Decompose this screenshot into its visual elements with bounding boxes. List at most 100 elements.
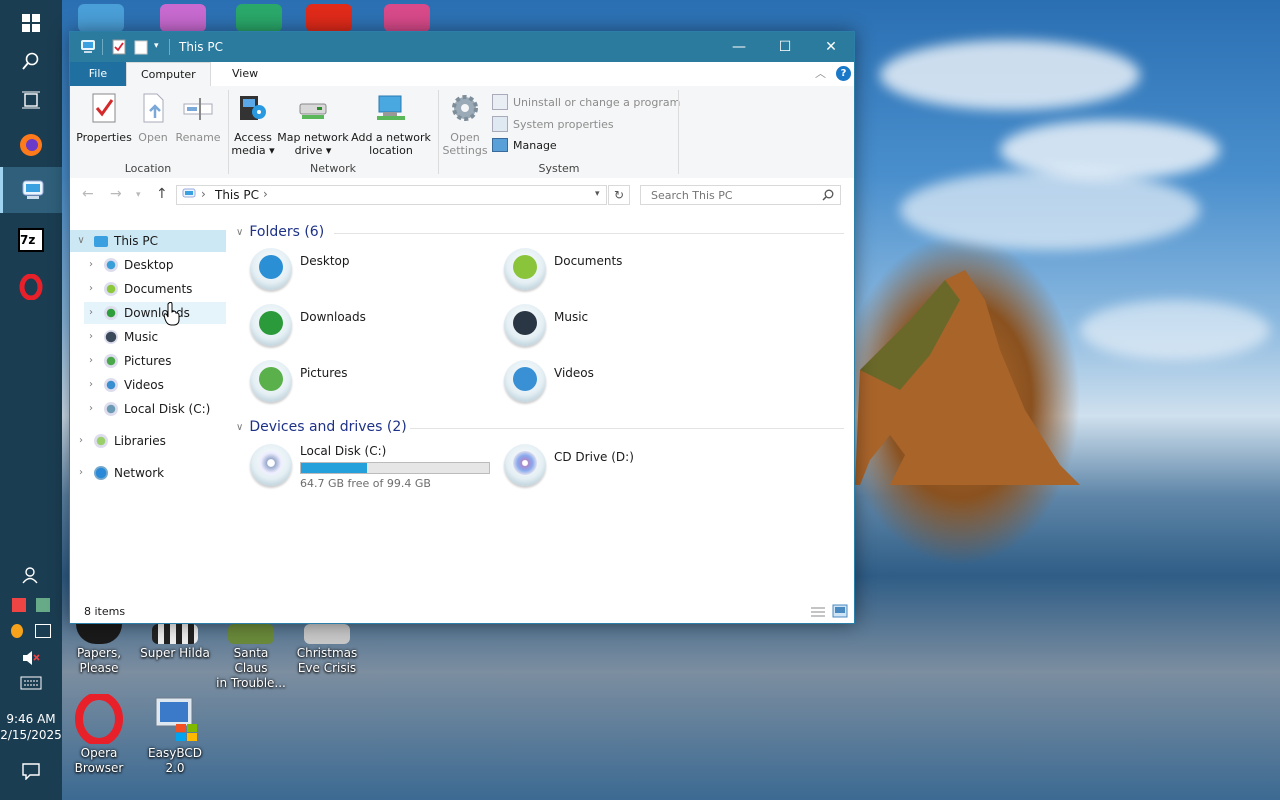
desktop-icon-top-1[interactable] (66, 4, 136, 34)
section-header-folders[interactable]: ∨ Folders (6) (236, 224, 324, 240)
keyboard-icon[interactable] (0, 676, 62, 693)
large-icons-view-icon[interactable] (832, 604, 848, 618)
task-view-button[interactable] (0, 77, 62, 123)
tree-item-pictures[interactable]: › Pictures (84, 350, 172, 372)
up-button[interactable]: ↑ (156, 186, 168, 202)
key-icon[interactable] (11, 624, 24, 638)
collapse-chevron-down-icon[interactable]: ∨ (236, 422, 243, 433)
minimize-button[interactable]: — (716, 32, 762, 62)
desktop-icon-top-2[interactable] (148, 4, 218, 34)
refresh-icon: ↻ (613, 188, 625, 202)
manage-button[interactable]: Manage (492, 138, 557, 152)
tree-item-this-pc[interactable]: ∨ This PC (70, 230, 226, 252)
tree-item-documents[interactable]: › Documents (84, 278, 192, 300)
access-media-button[interactable]: Access media ▾ (230, 92, 276, 157)
folder-downloads[interactable]: Downloads (250, 304, 500, 354)
update-icon[interactable] (35, 598, 50, 612)
people-icon[interactable] (0, 566, 62, 587)
forward-button[interactable]: → (110, 186, 122, 202)
map-network-drive-button[interactable]: Map network drive ▾ (276, 92, 350, 157)
collapse-chevron-down-icon[interactable]: ∨ (74, 230, 88, 252)
ribbon: Properties Open Rename Location Access m… (70, 86, 854, 179)
recent-locations-chevron-down-icon[interactable]: ▾ (136, 190, 141, 200)
rename-icon (183, 98, 213, 120)
drive-local-disk-c[interactable]: Local Disk (C:) 64.7 GB free of 99.4 GB (250, 444, 510, 494)
folder-documents[interactable]: Documents (504, 248, 754, 298)
expand-chevron-right-icon[interactable]: › (74, 462, 88, 484)
desktop-icon-christmas-eve-crisis[interactable]: Christmas Eve Crisis (292, 624, 362, 676)
tab-view[interactable]: View (218, 62, 272, 86)
tree-item-downloads[interactable]: › Downloads (84, 302, 226, 324)
tree-item-libraries[interactable]: › Libraries (74, 430, 166, 452)
tree-item-desktop[interactable]: › Desktop (84, 254, 174, 276)
refresh-button[interactable]: ↻ (608, 185, 630, 205)
expand-chevron-right-icon[interactable]: › (84, 398, 98, 420)
expand-chevron-right-icon[interactable]: › (84, 350, 98, 372)
tree-item-music[interactable]: › Music (84, 326, 158, 348)
new-folder-quick-icon[interactable] (134, 39, 148, 55)
system-properties-button[interactable]: System properties (492, 116, 614, 132)
expand-chevron-right-icon[interactable]: › (84, 326, 98, 348)
breadcrumb-separator: › (201, 187, 206, 201)
collapse-chevron-down-icon[interactable]: ∨ (236, 227, 243, 238)
desktop-icon-santa-claus[interactable]: Santa Claus in Trouble... (216, 624, 286, 691)
pictures-folder-icon (250, 360, 292, 402)
tree-item-local-disk-c[interactable]: › Local Disk (C:) (84, 398, 210, 420)
properties-quick-icon[interactable] (112, 39, 126, 55)
tab-computer[interactable]: Computer (126, 62, 211, 87)
breadcrumb-this-pc[interactable]: This PC (215, 188, 259, 202)
desktop-icon-easybcd[interactable]: EasyBCD 2.0 (140, 694, 210, 776)
open-settings-button[interactable]: Open Settings (442, 92, 488, 157)
expand-chevron-right-icon[interactable]: › (84, 302, 98, 324)
expand-chevron-right-icon[interactable]: › (84, 374, 98, 396)
folder-desktop[interactable]: Desktop (250, 248, 500, 298)
tree-item-network[interactable]: › Network (74, 462, 164, 484)
network-icon[interactable] (34, 624, 51, 638)
taskbar-firefox[interactable] (0, 122, 62, 168)
customize-toolbar-chevron-down-icon[interactable]: ▾ (154, 41, 159, 57)
address-history-chevron-down-icon[interactable]: ▾ (595, 189, 600, 199)
open-button[interactable]: Open (134, 92, 172, 144)
security-icon[interactable] (12, 598, 27, 612)
libraries-icon (94, 434, 108, 448)
rename-button[interactable]: Rename (174, 92, 222, 144)
section-header-devices[interactable]: ∨ Devices and drives (2) (236, 419, 407, 435)
desktop-icon-opera-browser[interactable]: Opera Browser (64, 694, 134, 776)
desktop-icon-papers-please[interactable]: Papers, Please (64, 624, 134, 676)
add-network-location-button[interactable]: Add a network location (350, 92, 432, 157)
properties-button[interactable]: Properties (76, 92, 132, 144)
folder-pictures[interactable]: Pictures (250, 360, 500, 410)
desktop-icon-super-hilda[interactable]: Super Hilda (140, 624, 210, 661)
folder-music[interactable]: Music (504, 304, 754, 354)
taskbar: 7z 9:46 AM 2/15/2025 (0, 0, 62, 800)
action-center-icon[interactable] (0, 762, 62, 783)
close-button[interactable]: ✕ (808, 32, 854, 62)
volume-muted-icon[interactable] (0, 650, 62, 669)
tree-item-videos[interactable]: › Videos (84, 374, 164, 396)
help-icon[interactable]: ? (836, 66, 851, 81)
breadcrumb-separator[interactable]: › (263, 187, 268, 201)
taskbar-opera[interactable] (0, 264, 62, 310)
maximize-button[interactable]: ☐ (762, 32, 808, 62)
details-view-icon[interactable] (810, 605, 826, 619)
search-input[interactable] (649, 188, 823, 203)
search-box[interactable] (640, 185, 841, 205)
taskbar-file-explorer[interactable] (0, 167, 62, 213)
taskbar-7zip[interactable]: 7z (0, 217, 62, 263)
back-button[interactable]: ← (82, 186, 94, 202)
collapse-ribbon-chevron-up-icon[interactable]: ︿ (815, 65, 826, 81)
drive-cd-d[interactable]: CD Drive (D:) (504, 444, 754, 494)
expand-chevron-right-icon[interactable]: › (74, 430, 88, 452)
desktop-icon-top-4[interactable] (294, 4, 364, 34)
folder-videos[interactable]: Videos (504, 360, 754, 410)
address-bar[interactable]: › This PC › ▾ (176, 185, 607, 205)
expand-chevron-right-icon[interactable]: › (84, 278, 98, 300)
title-bar[interactable]: ▾ This PC — ☐ ✕ (70, 32, 854, 62)
desktop-icon-top-3[interactable] (224, 4, 294, 34)
tab-file[interactable]: File (70, 62, 126, 86)
uninstall-program-button[interactable]: Uninstall or change a program (492, 94, 680, 110)
desktop-icon-top-5[interactable] (372, 4, 442, 34)
minimize-icon: — (732, 39, 746, 55)
expand-chevron-right-icon[interactable]: › (84, 254, 98, 276)
clock[interactable]: 9:46 AM 2/15/2025 (0, 711, 62, 743)
